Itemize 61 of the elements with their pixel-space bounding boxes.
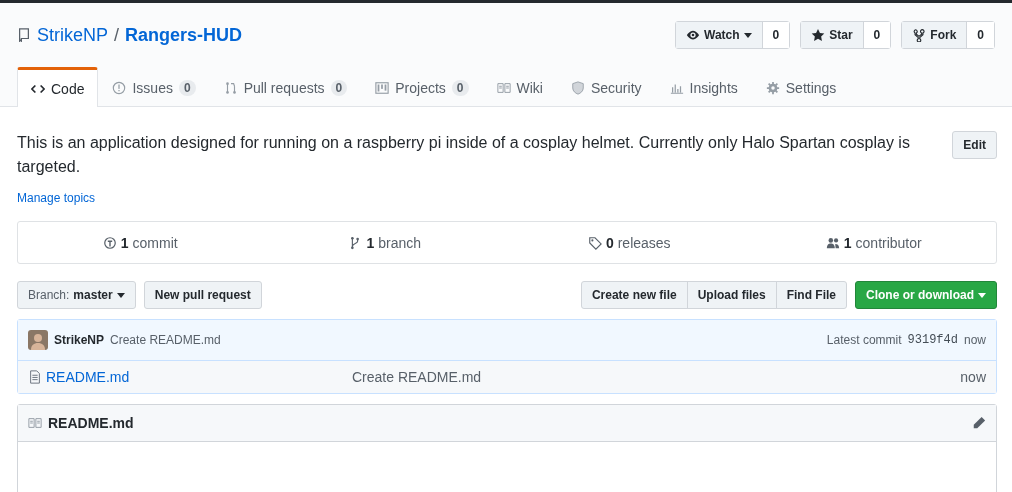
repo-tab[interactable]: Pull requests 0 bbox=[209, 67, 362, 106]
fork-button[interactable]: Fork bbox=[902, 22, 968, 48]
star-count[interactable]: 0 bbox=[863, 22, 891, 48]
repo-description: This is an application designed for running on a raspberry pi inside of a cosplay helmet. Currently only Halo Spartan cosplay is targeted. bbox=[17, 133, 911, 177]
eye-icon bbox=[686, 28, 700, 42]
issue-icon bbox=[112, 81, 127, 95]
tab-counter: 0 bbox=[330, 80, 348, 96]
file-commit-message[interactable]: Create README.md bbox=[352, 369, 482, 385]
book-icon bbox=[496, 81, 511, 95]
repo-tab[interactable]: Code bbox=[17, 67, 99, 107]
latest-commit-label: Latest commit bbox=[826, 333, 902, 347]
tab-counter: 0 bbox=[178, 80, 196, 96]
avatar bbox=[28, 330, 48, 350]
watch-count[interactable]: 0 bbox=[762, 22, 790, 48]
summary-link[interactable]: 0 releases bbox=[507, 222, 752, 263]
pull-request-icon bbox=[223, 81, 238, 95]
fork-count[interactable]: 0 bbox=[967, 22, 994, 48]
file-action-button[interactable]: Create new file bbox=[580, 281, 688, 309]
repo-name-link[interactable]: Rangers-HUD bbox=[125, 24, 243, 46]
gear-icon bbox=[765, 81, 780, 95]
repo-tab[interactable]: Insights bbox=[655, 67, 752, 106]
star-icon bbox=[811, 28, 826, 42]
caret-icon bbox=[978, 291, 986, 299]
summary-link[interactable]: 1 commit bbox=[18, 222, 263, 263]
commit-icon bbox=[102, 235, 117, 250]
file-action-button[interactable]: Upload files bbox=[686, 281, 777, 309]
repo-tab[interactable]: Security bbox=[556, 67, 656, 106]
fork-icon bbox=[912, 28, 927, 42]
repo-tab[interactable]: Wiki bbox=[482, 67, 557, 106]
people-icon bbox=[825, 235, 840, 250]
commit-message[interactable]: Create README.md bbox=[110, 333, 221, 347]
repo-tab[interactable]: Issues 0 bbox=[98, 67, 210, 106]
file-link[interactable]: README.md bbox=[46, 369, 130, 385]
file-time: now bbox=[960, 369, 986, 385]
repo-icon bbox=[17, 28, 31, 42]
star-button[interactable]: Star bbox=[801, 22, 864, 48]
readme-title: README.md bbox=[48, 415, 134, 431]
commit-time: now bbox=[964, 333, 986, 347]
repo-owner-link[interactable]: StrikeNP bbox=[37, 24, 108, 46]
commit-sha[interactable]: 9319f4d bbox=[907, 333, 958, 347]
summary-link[interactable]: 1 branch bbox=[262, 222, 507, 263]
caret-icon bbox=[116, 291, 125, 299]
path-separator: / bbox=[114, 24, 120, 46]
repo-tab[interactable]: Projects 0 bbox=[361, 67, 483, 106]
pencil-icon[interactable] bbox=[972, 416, 986, 430]
tag-icon bbox=[587, 235, 602, 250]
tab-counter: 0 bbox=[451, 80, 469, 96]
file-icon bbox=[28, 370, 42, 384]
shield-icon bbox=[570, 81, 585, 95]
branch-select-button[interactable]: Branch: master bbox=[17, 281, 136, 309]
book-icon bbox=[28, 416, 42, 430]
edit-button[interactable]: Edit bbox=[952, 131, 997, 159]
watch-button[interactable]: Watch bbox=[676, 22, 763, 48]
summary-link[interactable]: 1 contributor bbox=[751, 222, 996, 263]
commit-author[interactable]: StrikeNP bbox=[54, 333, 105, 347]
repo-tab[interactable]: Settings bbox=[751, 67, 851, 106]
manage-topics-link[interactable]: Manage topics bbox=[17, 191, 997, 205]
project-icon bbox=[375, 81, 390, 95]
caret-icon bbox=[743, 31, 752, 39]
file-action-button[interactable]: Find File bbox=[775, 281, 847, 309]
new-pull-request-button[interactable]: New pull request bbox=[143, 281, 262, 309]
